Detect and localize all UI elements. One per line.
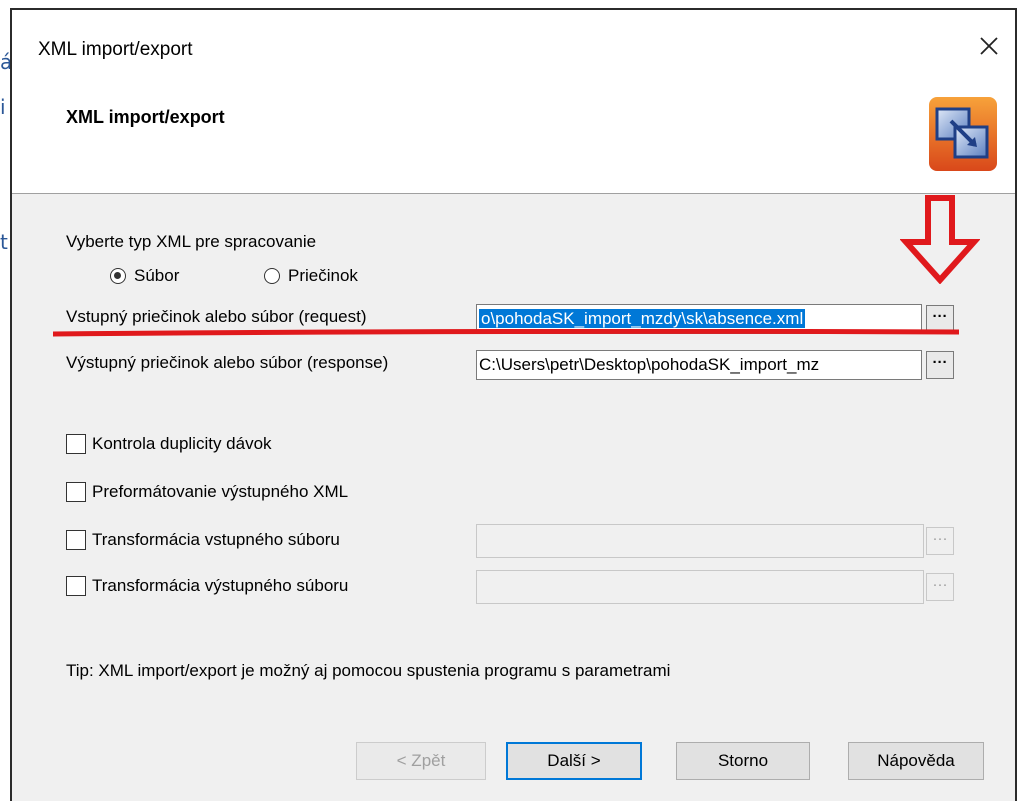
checkbox-transform-output-label: Transformácia výstupného súboru — [92, 576, 349, 595]
radio-file-indicator — [110, 268, 126, 284]
checkbox-transform-input[interactable]: Transformácia vstupného súboru — [66, 530, 340, 550]
cancel-button[interactable]: Storno — [676, 742, 810, 780]
down-arrow-annotation — [900, 195, 980, 284]
output-path-value: C:\Users\petr\Desktop\pohodaSK_import_mz — [479, 355, 820, 374]
radio-file[interactable]: Súbor — [110, 266, 179, 286]
next-button[interactable]: Další > — [506, 742, 642, 780]
checkbox-duplicity[interactable]: Kontrola duplicity dávok — [66, 434, 272, 454]
checkbox-reformat-label: Preformátovanie výstupného XML — [92, 482, 349, 501]
input-path-value: o\pohodaSK_import_mzdy\sk\absence.xml — [479, 309, 806, 328]
type-prompt-label: Vyberte typ XML pre spracovanie — [66, 232, 317, 251]
background-fragment: t — [0, 230, 8, 254]
tip-text: Tip: XML import/export je možný aj pomoc… — [66, 661, 671, 680]
radio-folder-label: Priečinok — [288, 266, 358, 285]
output-path-label: Výstupný priečinok alebo súbor (response… — [66, 353, 389, 372]
wizard-footer: < Zpět Další > Storno Nápověda — [12, 714, 1015, 801]
transform-input-field[interactable] — [476, 524, 924, 558]
window-title: XML import/export — [38, 39, 193, 60]
checkbox-reformat[interactable]: Preformátovanie výstupného XML — [66, 482, 348, 502]
checkbox-duplicity-label: Kontrola duplicity dávok — [92, 434, 272, 453]
wizard-content: Vyberte typ XML pre spracovanie Súbor Pr… — [12, 194, 1015, 714]
checkbox-reformat-box — [66, 482, 86, 502]
checkbox-transform-output-box — [66, 576, 86, 596]
input-path-label: Vstupný priečinok alebo súbor (request) — [66, 307, 367, 326]
checkbox-duplicity-box — [66, 434, 86, 454]
transform-output-browse-button[interactable]: ··· — [926, 573, 954, 601]
header-title: XML import/export — [66, 107, 225, 127]
output-browse-button[interactable]: ··· — [926, 351, 954, 379]
transform-output-field[interactable] — [476, 570, 924, 604]
back-button[interactable]: < Zpět — [356, 742, 486, 780]
checkbox-transform-output[interactable]: Transformácia výstupného súboru — [66, 576, 348, 596]
checkbox-transform-input-box — [66, 530, 86, 550]
close-icon — [980, 37, 998, 55]
xml-import-export-dialog: XML import/export XML import/export Vybe… — [10, 8, 1017, 801]
app-logo-icon — [929, 97, 997, 171]
background-fragment: i — [0, 95, 6, 119]
output-path-field[interactable]: C:\Users\petr\Desktop\pohodaSK_import_mz — [476, 350, 922, 380]
transform-input-browse-button[interactable]: ··· — [926, 527, 954, 555]
wizard-header: XML import/export — [12, 83, 1015, 194]
radio-folder-indicator — [264, 268, 280, 284]
close-button[interactable] — [975, 32, 1003, 60]
radio-folder[interactable]: Priečinok — [264, 266, 358, 286]
red-underline-annotation — [53, 329, 959, 337]
radio-file-label: Súbor — [134, 266, 180, 285]
title-bar: XML import/export — [12, 10, 1015, 83]
checkbox-transform-input-label: Transformácia vstupného súboru — [92, 530, 340, 549]
help-button[interactable]: Nápověda — [848, 742, 984, 780]
